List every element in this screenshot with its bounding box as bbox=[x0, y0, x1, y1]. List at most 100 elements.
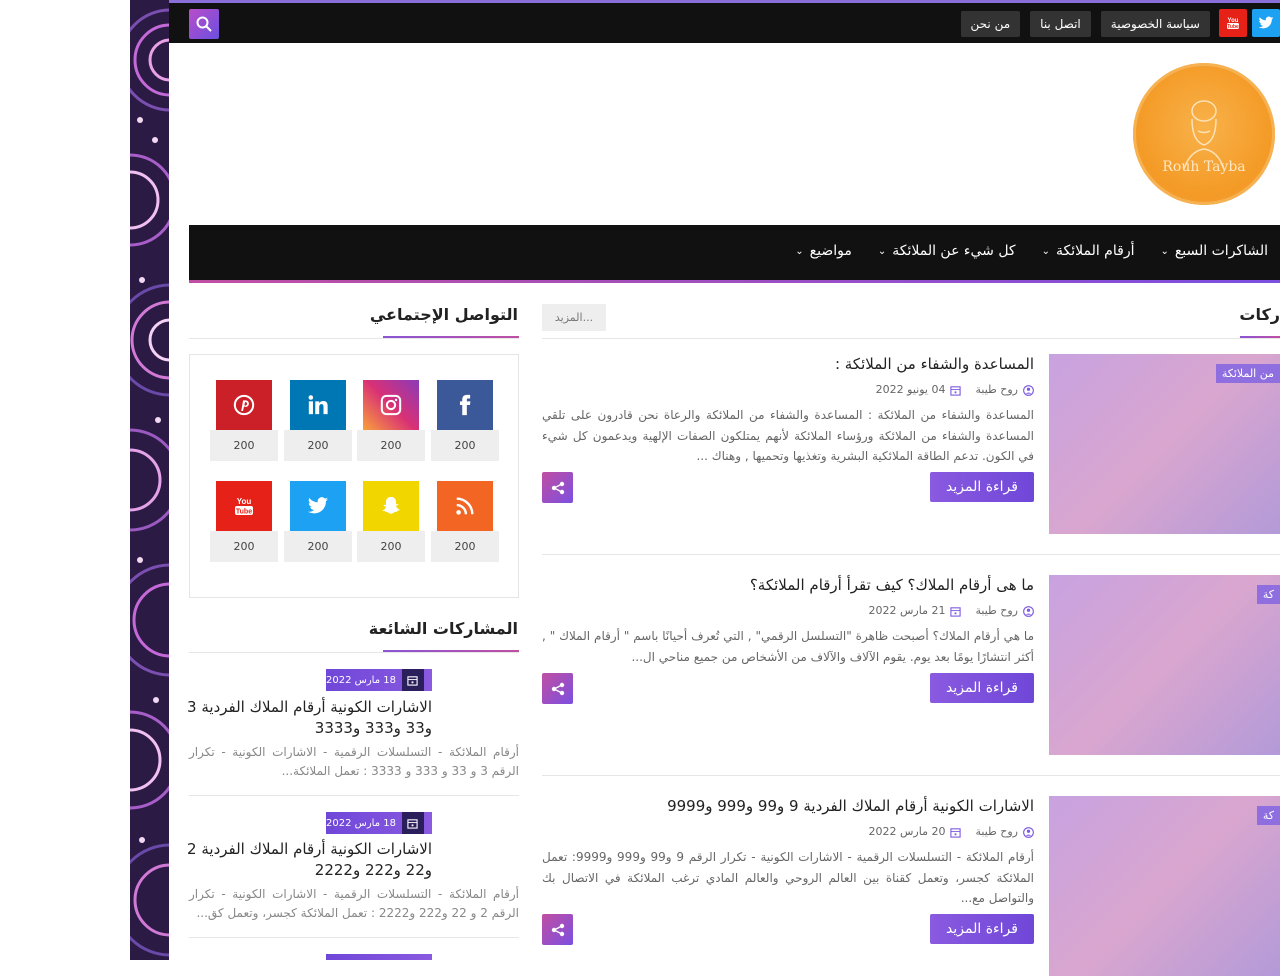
divider bbox=[542, 775, 1280, 776]
post-thumbnail[interactable]: من الملائكة bbox=[1049, 354, 1280, 534]
user-icon bbox=[1023, 605, 1034, 617]
post-meta: روح طيبة 21 مارس 2022 bbox=[869, 604, 1035, 617]
post-title[interactable]: المساعدة والشفاء من الملائكة : bbox=[835, 355, 1034, 373]
share-icon bbox=[551, 682, 564, 695]
post-title[interactable]: الاشارات الكونية أرقام الملاك الفردية 9 … bbox=[667, 797, 1034, 815]
popular-post-title[interactable]: الاشارات الكونية أرقام الملاك الفردية 3 … bbox=[172, 697, 432, 739]
user-icon bbox=[1023, 826, 1034, 838]
calendar-icon bbox=[407, 675, 419, 686]
popular-post-excerpt: أرقام الملائكة - التسلسلات الرقمية - الا… bbox=[189, 745, 519, 778]
popular-post-date bbox=[326, 954, 432, 960]
share-button[interactable] bbox=[542, 673, 573, 704]
post-excerpt: أرقام الملائكة - التسلسلات الرقمية - الا… bbox=[542, 850, 1035, 905]
read-more-button[interactable]: قراءة المزيد bbox=[930, 914, 1034, 944]
nav-item-all-about-angels[interactable]: كل شيء عن الملائكة ⌄ bbox=[878, 243, 1016, 259]
divider bbox=[189, 795, 519, 796]
share-button[interactable] bbox=[542, 914, 573, 945]
post-thumbnail[interactable]: كة bbox=[1049, 796, 1280, 976]
divider bbox=[189, 937, 519, 938]
post-meta: روح طيبة 04 يونيو 2022 bbox=[876, 383, 1034, 396]
youtube-icon: YouTube bbox=[1227, 18, 1239, 30]
post-thumbnail[interactable]: كة bbox=[1049, 575, 1280, 755]
pinterest-icon bbox=[233, 394, 255, 416]
svg-text:You: You bbox=[237, 497, 252, 506]
facebook-counter[interactable]: 200 bbox=[431, 380, 499, 461]
section-underline bbox=[383, 650, 519, 652]
popular-section-title: المشاركات الشائعة bbox=[368, 619, 518, 638]
social-counters: 200 200 200 200 200 200 200 You Tube 200 bbox=[189, 354, 519, 598]
post-excerpt: المساعدة والشفاء من الملائكة : المساعدة … bbox=[542, 408, 1034, 463]
svg-text:Tube: Tube bbox=[1227, 24, 1239, 30]
site-logo[interactable]: Rouh Tayba bbox=[1133, 63, 1275, 205]
post-author[interactable]: روح طيبة bbox=[975, 825, 1018, 838]
post-author[interactable]: روح طيبة bbox=[975, 383, 1018, 396]
youtube-link[interactable]: You Tube bbox=[1219, 9, 1247, 37]
chevron-down-icon: ⌄ bbox=[1041, 245, 1050, 257]
calendar-icon bbox=[407, 818, 419, 829]
calendar-icon bbox=[950, 606, 962, 617]
calendar-icon bbox=[950, 385, 962, 396]
divider bbox=[542, 554, 1280, 555]
popular-post-date: 18 مارس 2022 bbox=[326, 669, 432, 691]
nav-item-chakras[interactable]: الشاكرات السبع ⌄ bbox=[1160, 243, 1268, 259]
link-about[interactable]: من نحن bbox=[960, 11, 1021, 37]
top-links: سياسة الخصوصية اتصل بنا من نحن bbox=[960, 11, 1210, 37]
facebook-icon bbox=[459, 394, 471, 416]
nav-item-angel-numbers[interactable]: أرقام الملائكة ⌄ bbox=[1042, 243, 1135, 259]
top-bar: سياسة الخصوصية اتصل بنا من نحن You Tube bbox=[169, 0, 1280, 43]
popular-post-excerpt: أرقام الملائكة - التسلسلات الرقمية - الا… bbox=[189, 887, 519, 920]
chevron-down-icon: ⌄ bbox=[877, 245, 887, 257]
user-icon bbox=[1023, 384, 1034, 396]
post-title[interactable]: ما هى أرقام الملاك؟ كيف تقرأ أرقام الملا… bbox=[750, 576, 1034, 594]
pinterest-counter[interactable]: 200 bbox=[210, 380, 278, 461]
more-button[interactable]: المزيد... bbox=[542, 304, 606, 331]
link-privacy[interactable]: سياسة الخصوصية bbox=[1100, 11, 1210, 37]
linkedin-icon bbox=[308, 395, 328, 415]
post-category[interactable]: من الملائكة bbox=[1215, 364, 1280, 383]
twitter-counter[interactable]: 200 bbox=[284, 481, 352, 562]
snapchat-counter[interactable]: 200 bbox=[357, 481, 425, 562]
divider bbox=[189, 652, 519, 653]
post-date: 04 يونيو 2022 bbox=[875, 383, 946, 396]
snapchat-icon bbox=[382, 496, 400, 514]
nav-item-topics[interactable]: مواضيع ⌄ bbox=[795, 243, 852, 259]
social-section-title: التواصل الإجتماعي bbox=[369, 305, 518, 324]
post-date: 21 مارس 2022 bbox=[868, 604, 946, 617]
popular-post-date: 18 مارس 2022 bbox=[326, 812, 432, 834]
logo-text: Rouh Tayba bbox=[1162, 159, 1246, 175]
instagram-counter[interactable]: 200 bbox=[357, 380, 425, 461]
post-category[interactable]: كة bbox=[1256, 585, 1280, 604]
rss-counter[interactable]: 200 bbox=[431, 481, 499, 562]
calendar-icon bbox=[950, 827, 962, 838]
popular-post-title[interactable]: الاشارات الكونية أرقام الملاك الفردية 2 … bbox=[172, 839, 432, 881]
post-excerpt: ما هي أرقام الملاك؟ أصبحت ظاهرة "التسلسل… bbox=[542, 629, 1034, 664]
search-button[interactable] bbox=[189, 9, 219, 39]
top-social: You Tube bbox=[1219, 9, 1280, 37]
section-underline bbox=[383, 336, 519, 338]
twitter-link[interactable] bbox=[1252, 9, 1280, 37]
read-more-button[interactable]: قراءة المزيد bbox=[930, 472, 1034, 502]
post-date: 20 مارس 2022 bbox=[868, 825, 946, 838]
divider bbox=[189, 338, 519, 339]
rss-icon bbox=[456, 497, 474, 515]
share-icon bbox=[551, 481, 564, 494]
linkedin-counter[interactable]: 200 bbox=[284, 380, 352, 461]
link-contact[interactable]: اتصل بنا bbox=[1030, 11, 1091, 37]
divider bbox=[542, 338, 1280, 339]
instagram-icon bbox=[380, 394, 402, 416]
read-more-button[interactable]: قراءة المزيد bbox=[930, 673, 1034, 703]
twitter-icon bbox=[307, 497, 329, 514]
svg-text:Tube: Tube bbox=[236, 509, 252, 516]
main-section-title: ركات bbox=[1239, 305, 1280, 324]
youtube-counter[interactable]: You Tube 200 bbox=[210, 481, 278, 562]
share-icon bbox=[551, 923, 564, 936]
chevron-down-icon: ⌄ bbox=[795, 245, 804, 257]
post-author[interactable]: روح طيبة bbox=[975, 604, 1018, 617]
search-icon bbox=[196, 16, 212, 32]
share-button[interactable] bbox=[542, 472, 573, 503]
main-nav: الشاكرات السبع ⌄ أرقام الملائكة ⌄ كل شيء ع… bbox=[189, 225, 1280, 283]
youtube-icon: You Tube bbox=[235, 497, 253, 516]
post-category[interactable]: كة bbox=[1256, 806, 1280, 825]
chevron-down-icon: ⌄ bbox=[1160, 245, 1169, 257]
twitter-icon bbox=[1258, 16, 1274, 29]
